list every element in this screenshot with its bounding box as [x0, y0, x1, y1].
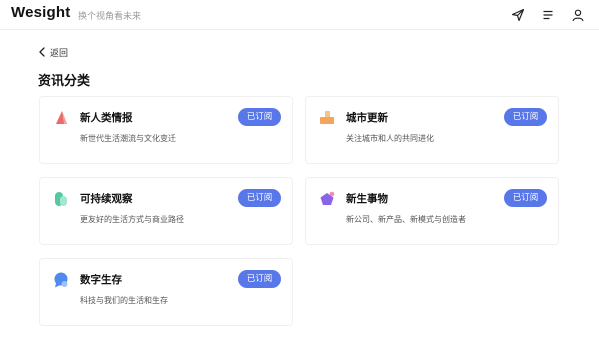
page-title: 资讯分类 — [38, 74, 91, 89]
top-bar: Wesight 换个视角看未来 — [0, 0, 599, 30]
logo[interactable]: Wesight — [11, 4, 70, 21]
leaf-icon — [52, 190, 70, 208]
category-card: 城市更新 关注城市和人的共同进化 已订阅 — [305, 96, 559, 164]
category-desc: 科技与我们的生活和生存 — [80, 296, 168, 305]
back-button[interactable]: 返回 — [38, 45, 68, 59]
chat-bubble-icon — [52, 271, 70, 289]
category-card: 新人类情报 新世代生活潮流与文化变迁 已订阅 — [39, 96, 293, 164]
user-icon[interactable] — [571, 8, 585, 22]
category-card: 可持续观察 更友好的生活方式与商业路径 已订阅 — [39, 177, 293, 245]
category-title: 数字生存 — [80, 274, 122, 286]
category-title: 新生事物 — [346, 193, 388, 205]
category-desc: 关注城市和人的共同进化 — [346, 134, 434, 143]
category-desc: 新公司、新产品、新模式与创造者 — [346, 215, 466, 224]
pentagon-icon — [318, 190, 336, 208]
category-desc: 更友好的生活方式与商业路径 — [80, 215, 184, 224]
category-title: 新人类情报 — [80, 112, 133, 124]
slogan: 换个视角看未来 — [78, 12, 142, 22]
subscribe-button[interactable]: 已订阅 — [238, 270, 281, 288]
category-desc: 新世代生活潮流与文化变迁 — [80, 134, 176, 143]
category-card: 数字生存 科技与我们的生活和生存 已订阅 — [39, 258, 293, 326]
category-card: 新生事物 新公司、新产品、新模式与创造者 已订阅 — [305, 177, 559, 245]
menu-icon[interactable] — [541, 8, 555, 22]
blocks-icon — [318, 109, 336, 127]
category-title: 可持续观察 — [80, 193, 133, 205]
subscribe-button[interactable]: 已订阅 — [504, 189, 547, 207]
category-title: 城市更新 — [346, 112, 388, 124]
chevron-left-icon — [39, 47, 45, 57]
triangle-icon — [52, 109, 70, 127]
subscribe-button[interactable]: 已订阅 — [238, 189, 281, 207]
subscribe-button[interactable]: 已订阅 — [238, 108, 281, 126]
subscribe-button[interactable]: 已订阅 — [504, 108, 547, 126]
back-label: 返回 — [50, 48, 69, 59]
send-icon[interactable] — [511, 8, 525, 22]
